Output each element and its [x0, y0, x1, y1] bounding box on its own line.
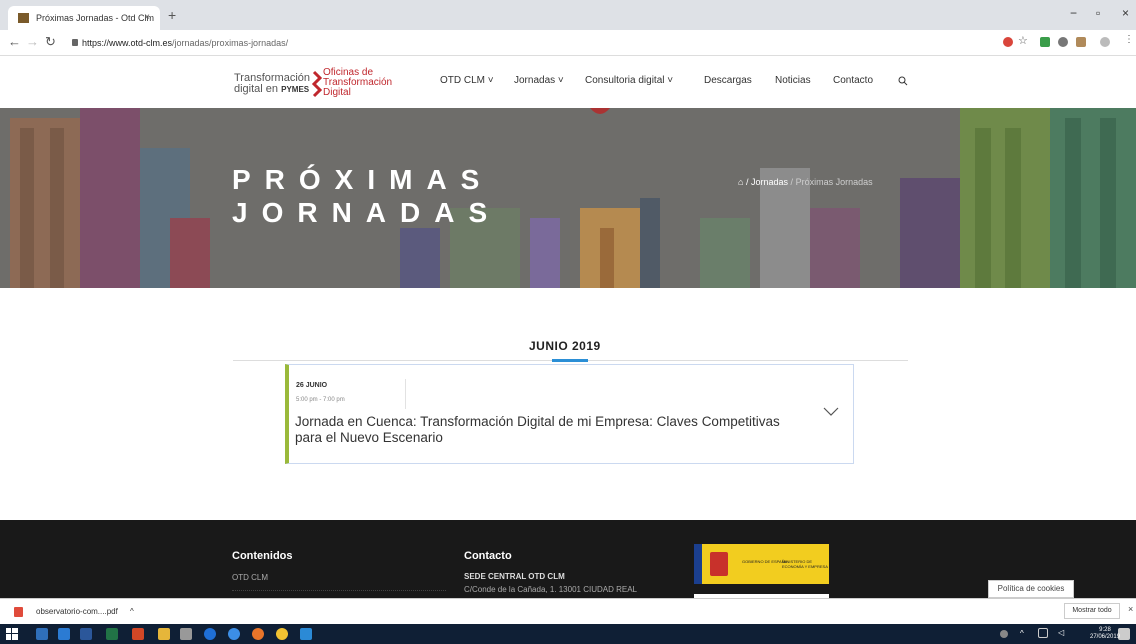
- windows-taskbar: ^ ◁: [0, 624, 1136, 644]
- menu-item-otd-clm[interactable]: OTD CLM ˅: [440, 75, 494, 86]
- month-heading: JUNIO 2019: [529, 339, 601, 353]
- new-tab-button[interactable]: +: [168, 7, 176, 23]
- site-favicon-icon: [18, 13, 29, 23]
- people-icon[interactable]: [1000, 630, 1008, 638]
- event-time: 5:00 pm - 7:00 pm: [296, 397, 345, 403]
- breadcrumb-jornadas[interactable]: Jornadas: [751, 177, 788, 187]
- chrome-icon[interactable]: [276, 628, 288, 640]
- word-icon[interactable]: [80, 628, 92, 640]
- event-title[interactable]: Jornada en Cuenca: Transformación Digita…: [295, 414, 795, 446]
- otd-logo[interactable]: Oficinas de Transformación Digital: [323, 68, 392, 98]
- browser-tab[interactable]: Próximas Jornadas - Otd Clm ×: [8, 6, 160, 30]
- menu-item-noticias[interactable]: Noticias: [775, 75, 811, 86]
- footer-sede-title: SEDE CENTRAL OTD CLM: [464, 572, 565, 581]
- file-explorer-icon[interactable]: [158, 628, 170, 640]
- pymes-logo[interactable]: Transformación digital en PYMES: [234, 73, 310, 95]
- city-illustration: [0, 108, 1136, 288]
- forward-icon[interactable]: →: [26, 34, 39, 49]
- event-card[interactable]: 26 JUNIO 5:00 pm - 7:00 pm Jornada en Cu…: [285, 364, 854, 464]
- eu-flag-icon: [694, 544, 702, 584]
- footer-divider: [232, 590, 446, 591]
- page-title: PRÓXIMAS JORNADAS: [232, 163, 501, 229]
- outlook-calendar-icon[interactable]: [300, 628, 312, 640]
- chevron-down-icon[interactable]: [823, 407, 839, 417]
- network-icon[interactable]: [1038, 628, 1048, 638]
- back-icon[interactable]: ←: [8, 34, 21, 49]
- extension-icon[interactable]: [1076, 37, 1086, 47]
- footer-contacto-heading: Contacto: [464, 550, 512, 562]
- url-field[interactable]: https://www.otd-clm.es/jornadas/proximas…: [82, 34, 288, 52]
- lock-icon: [72, 39, 78, 46]
- cookies-button[interactable]: Política de cookies: [988, 580, 1074, 598]
- browser-tab-bar: Próximas Jornadas - Otd Clm × + − ▫ ×: [0, 0, 1136, 30]
- otd-chevron-icon: [312, 70, 322, 98]
- search-icon[interactable]: [898, 76, 908, 86]
- excel-icon[interactable]: [106, 628, 118, 640]
- download-item[interactable]: observatorio-com....pdf ^: [6, 604, 134, 620]
- profile-avatar-icon[interactable]: [1100, 37, 1110, 47]
- extension-icon[interactable]: [1003, 37, 1013, 47]
- menu-item-descargas[interactable]: Descargas: [704, 75, 752, 86]
- calculator-icon[interactable]: [36, 628, 48, 640]
- event-divider: [405, 379, 406, 409]
- window-close-icon[interactable]: ×: [1122, 6, 1129, 20]
- site-header: [0, 56, 1136, 108]
- hero-banner: [0, 108, 1136, 288]
- gov-left-text: GOBIERNO DE ESPAÑA: [742, 559, 788, 564]
- download-filename: observatorio-com....pdf: [36, 607, 118, 616]
- reload-icon[interactable]: ↻: [45, 34, 56, 50]
- menu-item-contacto[interactable]: Contacto: [833, 75, 873, 86]
- logo-pymes: PYMES: [281, 85, 310, 94]
- menu-dots-icon[interactable]: ⋮: [1124, 34, 1134, 45]
- home-icon[interactable]: ⌂: [738, 177, 743, 187]
- clock-time: 9:28: [1099, 627, 1111, 633]
- minimize-icon[interactable]: −: [1070, 6, 1077, 20]
- extension-icon[interactable]: [1040, 37, 1050, 47]
- bookmark-star-icon[interactable]: ☆: [1018, 34, 1028, 47]
- url-host: https://www.otd-clm.es: [82, 38, 173, 48]
- page-title-line-2: JORNADAS: [232, 197, 502, 228]
- extension-icon[interactable]: [1058, 37, 1068, 47]
- edge-icon[interactable]: [204, 628, 216, 640]
- month-accent: [552, 359, 588, 362]
- logo-line-2: digital en: [234, 83, 279, 95]
- volume-icon[interactable]: ◁: [1058, 628, 1068, 638]
- downloads-close-icon[interactable]: ×: [1128, 604, 1133, 614]
- coat-of-arms-icon: [710, 552, 728, 576]
- menu-item-jornadas[interactable]: Jornadas ˅: [514, 75, 564, 86]
- menu-item-consultoria[interactable]: Consultoria digital ˅: [585, 75, 673, 86]
- pdf-icon: [14, 607, 23, 617]
- powerpoint-icon[interactable]: [132, 628, 144, 640]
- otd-logo-line-3: Digital: [323, 87, 351, 98]
- breadcrumb-separator: /: [745, 177, 749, 187]
- url-path: /jornadas/proximas-jornadas/: [172, 38, 289, 48]
- outlook-icon[interactable]: [58, 628, 70, 640]
- footer-link-otd-clm[interactable]: OTD CLM: [232, 573, 268, 582]
- system-clock[interactable]: 9:28 27/06/2019: [1090, 627, 1120, 641]
- tab-close-icon[interactable]: ×: [144, 6, 150, 30]
- downloads-bar: observatorio-com....pdf ^: [0, 598, 1136, 624]
- show-all-downloads-button[interactable]: Mostrar todo: [1064, 603, 1120, 619]
- network-app-icon[interactable]: [180, 628, 192, 640]
- breadcrumb-current: Próximas Jornadas: [795, 177, 873, 187]
- breadcrumb-separator: /: [790, 177, 794, 187]
- page-title-line-1: PRÓXIMAS: [232, 164, 494, 195]
- event-date: 26 JUNIO: [296, 382, 328, 389]
- windows-start-icon[interactable]: [6, 628, 18, 640]
- gov-right-text: MINISTERIO DE ECONOMÍA Y EMPRESA: [782, 559, 828, 569]
- firefox-icon[interactable]: [252, 628, 264, 640]
- footer-address: C/Conde de la Cañada, 1. 13001 CIUDAD RE…: [464, 585, 637, 594]
- government-logo: GOBIERNO DE ESPAÑA MINISTERIO DE ECONOMÍ…: [694, 544, 829, 584]
- clock-date: 27/06/2019: [1090, 634, 1121, 640]
- address-bar: ← → ↻ https://www.otd-clm.es/jornadas/pr…: [0, 30, 1136, 56]
- footer-contenidos-heading: Contenidos: [232, 550, 293, 562]
- internet-explorer-icon[interactable]: [228, 628, 240, 640]
- download-chevron-icon[interactable]: ^: [130, 607, 134, 616]
- tab-title: Próximas Jornadas - Otd Clm: [36, 13, 155, 23]
- maximize-icon[interactable]: ▫: [1096, 6, 1100, 20]
- breadcrumb: ⌂ / Jornadas / Próximas Jornadas: [738, 177, 873, 187]
- tray-chevron-icon[interactable]: ^: [1020, 629, 1028, 638]
